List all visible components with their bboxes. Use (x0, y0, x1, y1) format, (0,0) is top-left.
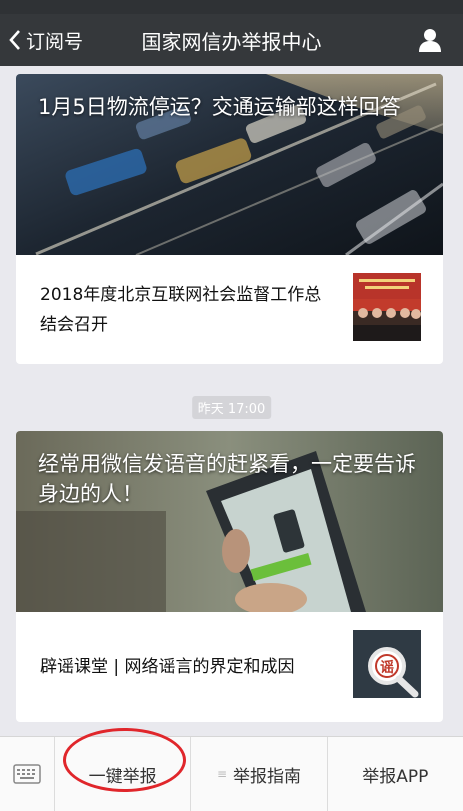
cover-title: 经常用微信发语音的赶紧看，一定要告诉身边的人！ (38, 452, 416, 506)
chevron-left-icon (9, 30, 20, 50)
sub-article[interactable]: 辟谣课堂 | 网络谣言的界定和成因 谣 (16, 612, 443, 721)
menu-item-quick-report[interactable]: 一键举报 (55, 737, 192, 811)
menu-lines-icon: ≡ (216, 767, 228, 781)
keyboard-toggle-button[interactable] (0, 737, 55, 811)
sub-article[interactable]: 2018年度北京互联网社会监督工作总结会召开 (16, 255, 443, 364)
user-icon[interactable] (417, 27, 443, 53)
cover-article[interactable]: 经常用微信发语音的赶紧看，一定要告诉身边的人！ (16, 431, 443, 612)
back-label: 订阅号 (26, 30, 84, 53)
rumor-thumbnail: 谣 (353, 630, 421, 698)
back-button[interactable]: 订阅号 (8, 14, 83, 66)
custom-menu-bar: 一键举报 ≡ 举报指南 举报APP (0, 736, 463, 811)
status-bar (0, 0, 463, 14)
navigation-bar: 订阅号 国家网信办举报中心 (0, 14, 463, 66)
cover-article[interactable]: 1月5日物流停运？交通运输部这样回答 (16, 74, 443, 255)
menu-item-label: 举报指南 (233, 766, 302, 787)
menu-item-label: 举报APP (362, 766, 429, 787)
timestamp: 昨天 17:00 (191, 396, 272, 419)
article-card: 1月5日物流停运？交通运输部这样回答 2018年度北京互联网社会监督工作总结会召… (16, 74, 443, 364)
meeting-thumbnail (353, 273, 421, 341)
article-card: 经常用微信发语音的赶紧看，一定要告诉身边的人！ 辟谣课堂 | 网络谣言的界定和成… (16, 431, 443, 722)
menu-item-label: 一键举报 (88, 766, 157, 787)
thumbnail-character: 谣 (375, 654, 399, 678)
menu-item-report-guide[interactable]: ≡ 举报指南 (191, 737, 328, 811)
message-list[interactable]: 1月5日物流停运？交通运输部这样回答 2018年度北京互联网社会监督工作总结会召… (0, 66, 463, 736)
sub-article-title: 2018年度北京互联网社会监督工作总结会召开 (40, 284, 322, 335)
keyboard-icon (13, 764, 41, 784)
menu-item-report-app[interactable]: 举报APP (328, 737, 463, 811)
sub-article-title: 辟谣课堂 | 网络谣言的界定和成因 (40, 656, 295, 677)
cover-title: 1月5日物流停运？交通运输部这样回答 (38, 95, 401, 119)
